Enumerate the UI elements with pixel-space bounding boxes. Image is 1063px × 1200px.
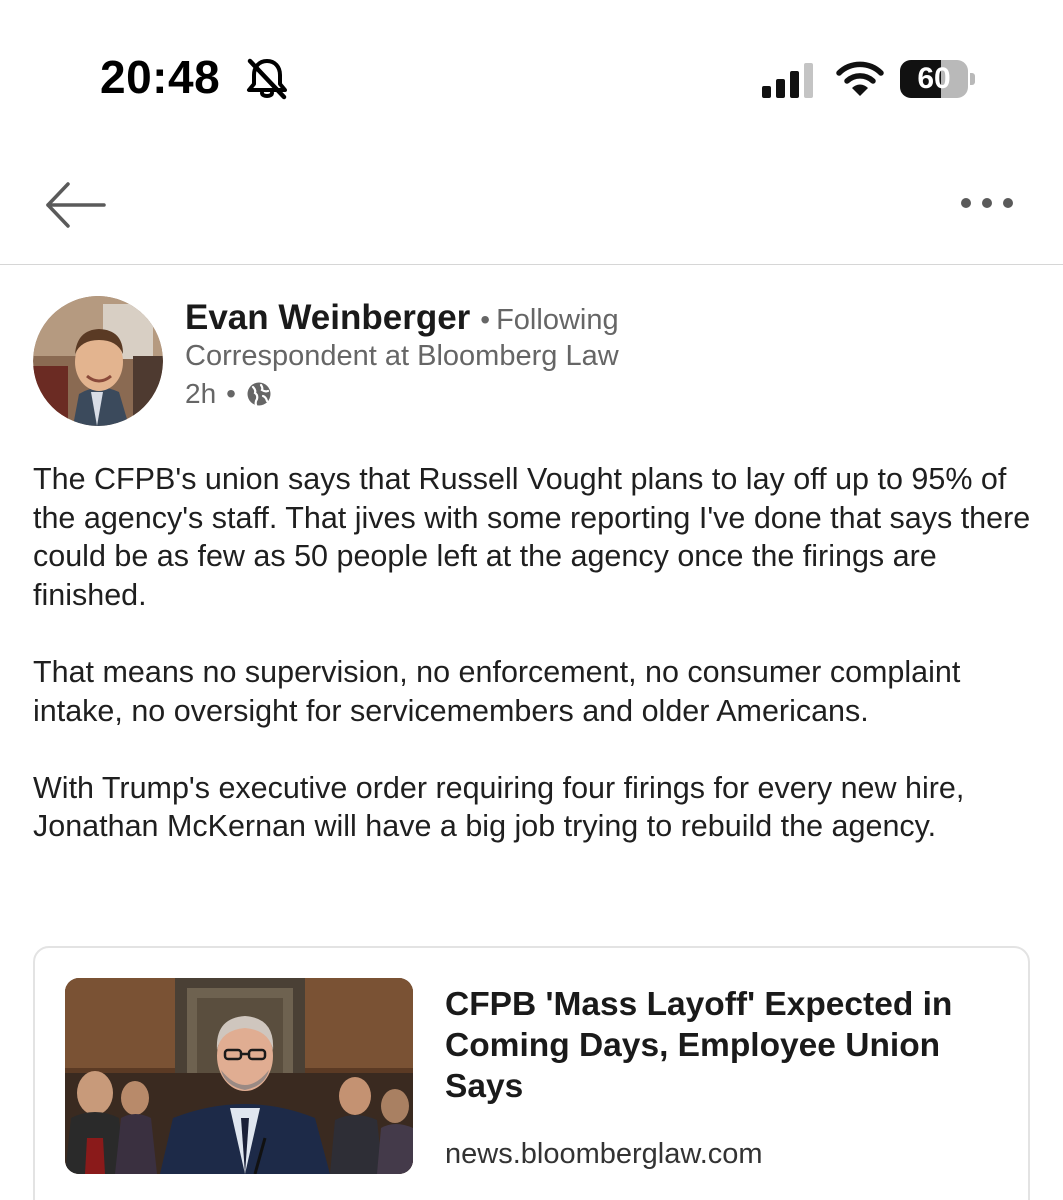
separator-dot: • [226, 378, 236, 409]
more-icon[interactable] [955, 190, 1019, 216]
signal-icon [762, 63, 813, 98]
status-bar: 20:48 60 [0, 0, 1063, 160]
separator-dot: • [480, 304, 491, 335]
post-paragraph: With Trump's executive order requiring f… [33, 770, 965, 844]
post-paragraph: The CFPB's union says that Russell Vough… [33, 462, 1031, 612]
post-time: 2h [185, 378, 217, 409]
post-paragraph: That means no supervision, no enforcemen… [33, 654, 961, 728]
article-source: news.bloomberglaw.com [445, 1138, 763, 1170]
author-line: Evan Weinberger • Following [185, 298, 619, 338]
post-meta: 2h • [185, 378, 272, 410]
post-header: Evan Weinberger • Following Correspondent … [0, 290, 1063, 435]
article-title[interactable]: CFPB 'Mass Layoff' Expected in Coming Da… [445, 984, 1005, 1107]
back-arrow-icon[interactable] [44, 180, 106, 230]
wifi-icon [836, 61, 884, 96]
follow-status[interactable]: Following [496, 304, 619, 336]
battery-level: 60 [917, 62, 951, 95]
status-time: 20:48 [100, 51, 221, 103]
avatar[interactable] [33, 296, 163, 426]
article-card[interactable]: CFPB 'Mass Layoff' Expected in Coming Da… [33, 946, 1030, 1200]
battery-icon: 60 [900, 60, 976, 100]
globe-icon [247, 382, 271, 407]
top-nav [0, 160, 1063, 265]
author-name[interactable]: Evan Weinberger [185, 298, 470, 337]
author-headline: Correspondent at Bloomberg Law [185, 340, 619, 372]
post-text: The CFPB's union says that Russell Vough… [33, 460, 1033, 885]
bell-off-icon [247, 58, 287, 100]
article-thumbnail[interactable] [65, 978, 413, 1174]
